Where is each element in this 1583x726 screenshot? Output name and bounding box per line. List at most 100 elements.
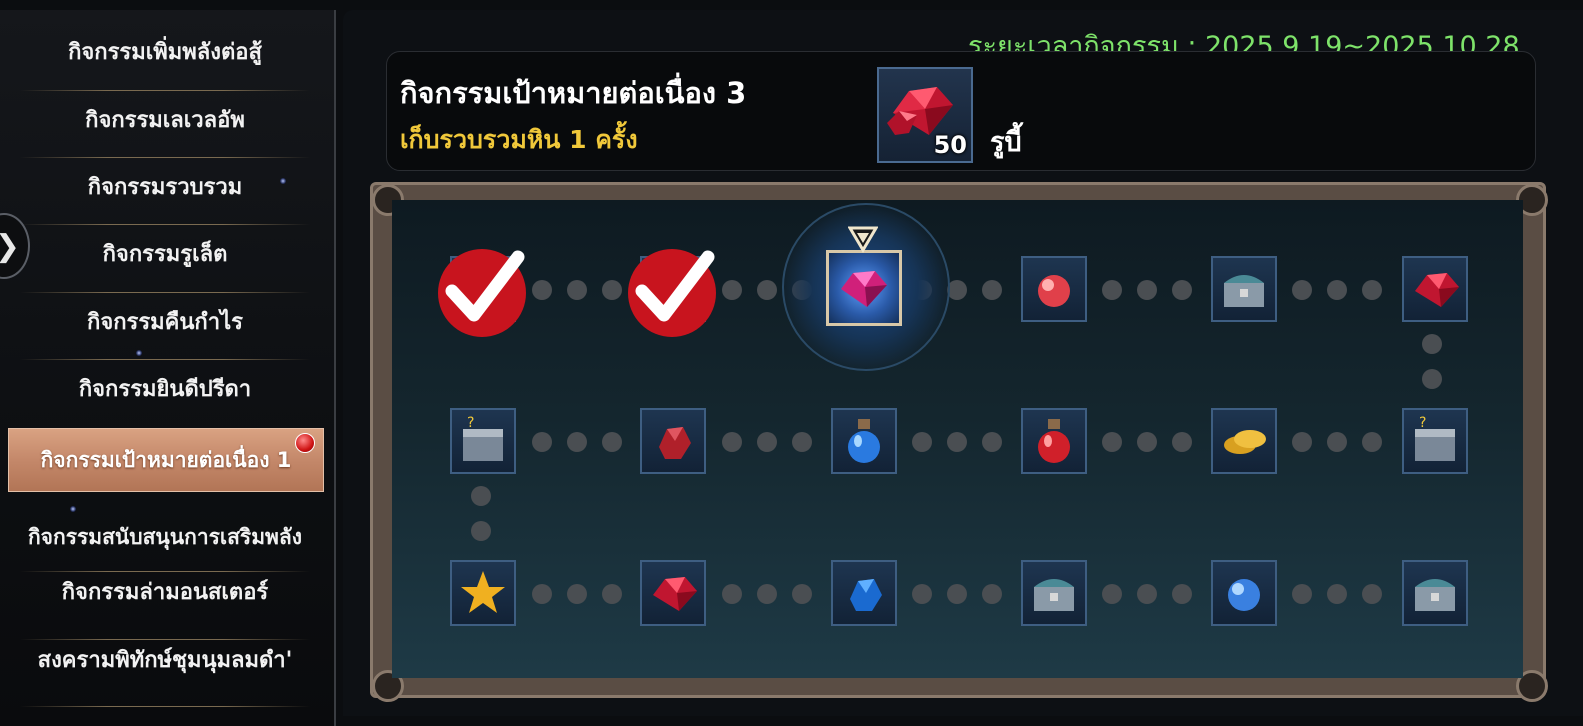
path-dot [947, 280, 967, 300]
gold-coins-icon [1224, 430, 1266, 454]
path-dot [982, 584, 1002, 604]
goal-node-9[interactable] [1021, 408, 1087, 474]
svg-text:?: ? [1419, 415, 1426, 431]
path-dot [722, 584, 742, 604]
path-dot [532, 432, 552, 452]
path-dot [912, 584, 932, 604]
path-dot [1172, 584, 1192, 604]
path-dot [947, 432, 967, 452]
check-mark-icon [438, 249, 526, 337]
path-dot [1292, 280, 1312, 300]
path-dot [1137, 432, 1157, 452]
path-dot [1172, 280, 1192, 300]
reward-name: รูบี้ [990, 127, 1022, 158]
sidebar-item-black-wind-war[interactable]: สงครามพิทักษ์ชุมนุมลมดำ' [8, 628, 322, 694]
path-dot [1362, 584, 1382, 604]
sidebar-item-monster-hunt[interactable]: กิจกรรมล่ามอนสเตอร์ [8, 560, 322, 626]
path-dot [982, 432, 1002, 452]
goal-node-4[interactable] [1021, 256, 1087, 322]
blue-orb-icon [1228, 579, 1260, 611]
goal-node-7[interactable]: ? [1402, 408, 1468, 474]
path-dot [1137, 280, 1157, 300]
path-dot [757, 584, 777, 604]
sparkle-icon [280, 178, 286, 184]
sparkle-icon [136, 350, 142, 356]
path-dot [792, 432, 812, 452]
path-dot [757, 280, 777, 300]
goal-node-11[interactable] [640, 408, 706, 474]
sidebar-item-combat-power[interactable]: กิจกรรมเพิ่มพลังต่อสู้ [8, 20, 322, 86]
sidebar-item-continuous-goal[interactable]: กิจกรรมเป้าหมายต่อเนื่อง 1 [8, 428, 324, 492]
goal-node-5[interactable] [1211, 256, 1277, 322]
star-icon [461, 571, 505, 613]
pointer-down-icon [848, 226, 878, 253]
mission-title: กิจกรรมเป้าหมายต่อเนื่อง 3 [400, 76, 747, 110]
goal-node-3-current[interactable] [826, 250, 902, 326]
mystery-box-icon: ? [463, 415, 503, 461]
goal-node-12[interactable]: ? [450, 408, 516, 474]
path-dot [602, 432, 622, 452]
path-dot [722, 432, 742, 452]
sidebar-item-label: กิจกรรมเป้าหมายต่อเนื่อง 1 [40, 448, 292, 472]
path-dot [1362, 432, 1382, 452]
path-dot [1172, 432, 1192, 452]
path-dot [792, 584, 812, 604]
red-ore-icon [659, 427, 691, 459]
check-mark-icon [628, 249, 716, 337]
path-dot [1292, 584, 1312, 604]
sparkle-icon [70, 506, 76, 512]
ruby-icon [653, 577, 697, 611]
ruby-icon [1415, 273, 1459, 307]
blue-ore-icon [850, 579, 882, 611]
path-dot [567, 584, 587, 604]
path-dot [567, 280, 587, 300]
activity-sidebar: กิจกรรมเพิ่มพลังต่อสู้ กิจกรรมเลเวลอัพ ก… [0, 10, 336, 726]
pink-gem-icon [841, 271, 887, 307]
goal-node-16[interactable] [1021, 560, 1087, 626]
path-dot [947, 584, 967, 604]
silver-chest-icon [1034, 579, 1074, 611]
goal-node-6[interactable] [1402, 256, 1468, 322]
path-dot [471, 521, 491, 541]
blue-potion-icon [848, 419, 880, 463]
path-dot [1327, 584, 1347, 604]
path-dot [1102, 432, 1122, 452]
path-dot [532, 584, 552, 604]
sidebar-item-collect[interactable]: กิจกรรมรวบรวม [8, 155, 322, 221]
path-dot [567, 432, 587, 452]
goal-node-13[interactable] [450, 560, 516, 626]
path-dot [1102, 280, 1122, 300]
path-dot [1137, 584, 1157, 604]
svg-text:?: ? [467, 415, 474, 431]
path-dot [1102, 584, 1122, 604]
sidebar-item-profit-return[interactable]: กิจกรรมคืนกำไร [8, 290, 322, 356]
sidebar-item-level-up[interactable]: กิจกรรมเลเวลอัพ [8, 88, 322, 154]
silver-chest-icon [1415, 579, 1455, 611]
red-potion-icon [1038, 419, 1070, 463]
path-dot [471, 486, 491, 506]
mystery-box-icon: ? [1415, 415, 1455, 461]
path-dot [757, 432, 777, 452]
path-dot [1292, 432, 1312, 452]
path-dot [1327, 432, 1347, 452]
reward-quantity: 50 [933, 131, 967, 159]
path-dot [1362, 280, 1382, 300]
path-dot [1327, 280, 1347, 300]
path-dot [532, 280, 552, 300]
path-dot [1422, 369, 1442, 389]
goal-node-10[interactable] [831, 408, 897, 474]
silver-chest-icon [1224, 275, 1264, 307]
goal-node-15[interactable] [831, 560, 897, 626]
path-dot [602, 280, 622, 300]
goal-node-8[interactable] [1211, 408, 1277, 474]
path-dot [982, 280, 1002, 300]
goal-node-14[interactable] [640, 560, 706, 626]
sidebar-item-roulette[interactable]: กิจกรรมรูเล็ต [8, 222, 322, 288]
reward-slot[interactable]: 50 [877, 67, 973, 163]
mission-description: เก็บรวบรวมหิน 1 ครั้ง [400, 125, 638, 154]
goal-node-17[interactable] [1211, 560, 1277, 626]
sidebar-divider [20, 706, 310, 707]
sidebar-item-celebration[interactable]: กิจกรรมยินดีปรีดา [8, 357, 322, 423]
goal-node-18[interactable] [1402, 560, 1468, 626]
path-dot [1422, 334, 1442, 354]
